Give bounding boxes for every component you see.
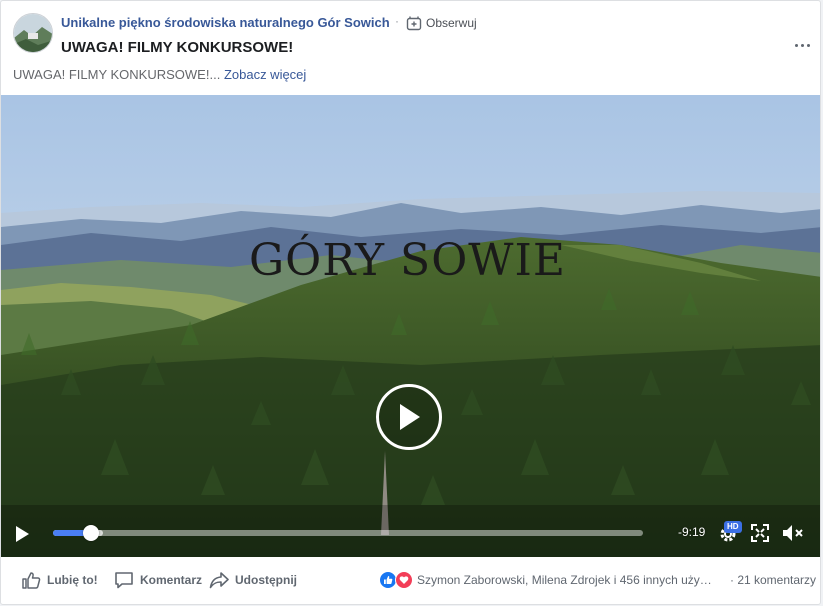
share-icon: [209, 572, 229, 589]
control-play-button[interactable]: [14, 525, 30, 548]
video-player[interactable]: GÓRY SOWIE: [1, 95, 820, 557]
reactors-text: Szymon Zaborowski, Milena Zdrojek i 456 …: [417, 573, 715, 587]
hd-badge: HD: [724, 521, 742, 533]
muted-speaker-icon[interactable]: [781, 523, 805, 543]
separator-dot: ·: [395, 14, 399, 28]
follow-label: Obserwuj: [426, 16, 477, 30]
fullscreen-icon[interactable]: [751, 524, 769, 542]
comment-icon: [115, 572, 133, 589]
page-avatar[interactable]: [13, 13, 53, 53]
like-button[interactable]: Lubię to!: [21, 571, 98, 589]
play-icon: [16, 526, 29, 542]
progress-track[interactable]: [53, 525, 643, 541]
more-options-icon[interactable]: [791, 35, 813, 55]
like-label: Lubię to!: [47, 573, 98, 587]
follow-button[interactable]: Obserwuj: [406, 15, 477, 31]
post-actions-bar: Lubię to! Komentarz Udostępnij Szymon Za…: [1, 557, 820, 604]
comments-count-link[interactable]: · 21 komentarzy: [730, 573, 816, 587]
love-reaction-icon: [395, 571, 413, 589]
progress-knob[interactable]: [82, 525, 99, 541]
share-button[interactable]: Udostępnij: [209, 571, 297, 589]
post-excerpt: UWAGA! FILMY KONKURSOWE!... Zobacz więce…: [13, 67, 306, 82]
page-name-link[interactable]: Unikalne piękno środowiska naturalnego G…: [61, 15, 390, 30]
big-play-button[interactable]: [376, 384, 442, 450]
video-title-overlay: GÓRY SOWIE: [249, 235, 566, 286]
reactions-summary[interactable]: Szymon Zaborowski, Milena Zdrojek i 456 …: [379, 571, 715, 589]
follow-icon: [406, 16, 422, 31]
post-title: UWAGA! FILMY KONKURSOWE!: [61, 39, 294, 56]
comment-label: Komentarz: [140, 573, 203, 587]
post-card: Unikalne piękno środowiska naturalnego G…: [0, 0, 821, 605]
see-more-link[interactable]: Zobacz więcej: [224, 67, 306, 82]
play-icon: [400, 404, 420, 430]
like-icon: [22, 572, 41, 589]
video-frame: [1, 95, 820, 557]
comment-button[interactable]: Komentarz: [114, 571, 202, 589]
share-label: Udostępnij: [235, 573, 297, 587]
time-remaining: -9:19: [678, 525, 706, 539]
excerpt-text: UWAGA! FILMY KONKURSOWE!...: [13, 67, 221, 82]
